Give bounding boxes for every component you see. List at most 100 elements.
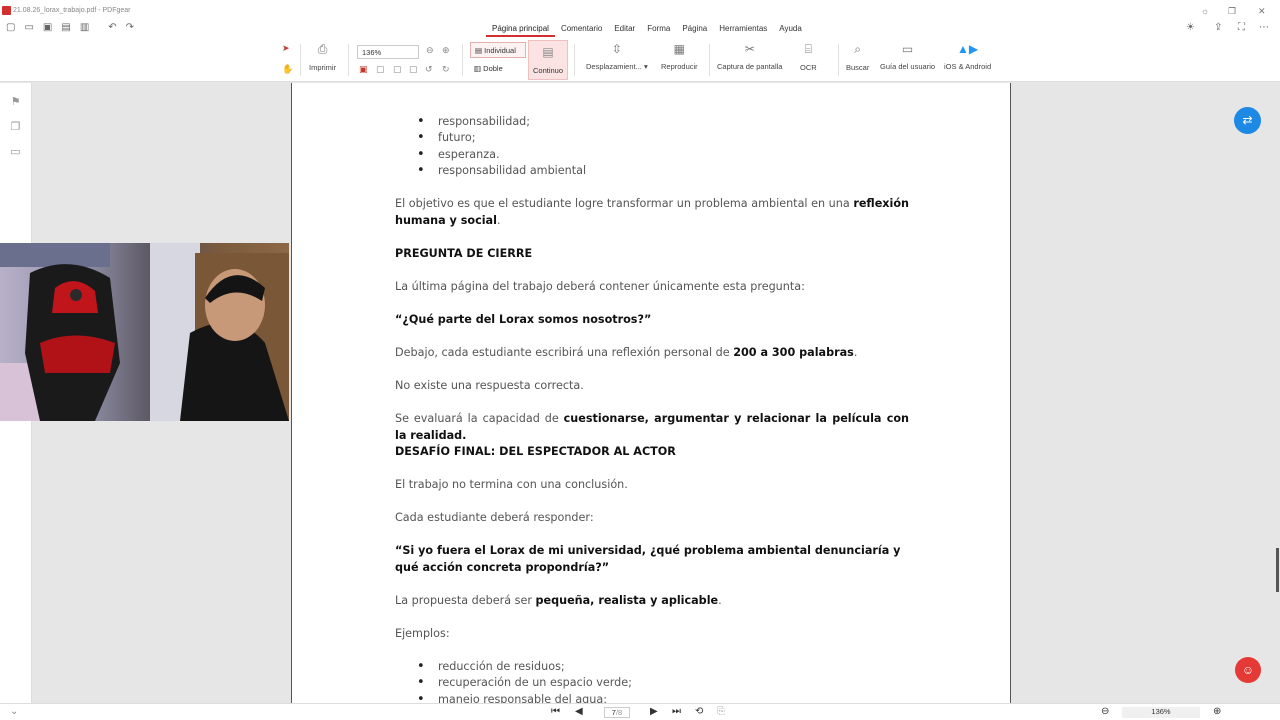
fit-width-icon[interactable]: ▢ bbox=[376, 64, 385, 75]
tab-edit[interactable]: Editar bbox=[608, 22, 641, 37]
list-item: manejo responsable del agua; bbox=[417, 692, 952, 703]
pdfgear-logo-icon bbox=[2, 6, 11, 15]
zoom-in-icon[interactable]: ⊕ bbox=[442, 45, 450, 56]
pdf-page: responsabilidad; futuro; esperanza. resp… bbox=[291, 83, 1011, 703]
question-final: “Si yo fuera el Lorax de mi universidad,… bbox=[395, 544, 901, 574]
translate-float-button[interactable]: ⇄ bbox=[1234, 107, 1261, 134]
translate-icon: ⇄ bbox=[1242, 113, 1253, 127]
first-page-icon[interactable]: ⏮ bbox=[551, 706, 560, 717]
list-item: responsabilidad; bbox=[417, 114, 952, 131]
list-item: futuro; bbox=[417, 130, 952, 147]
list-item: reducción de residuos; bbox=[417, 659, 952, 676]
search-button[interactable]: ⌕ Buscar bbox=[846, 42, 869, 72]
mobile-apps-button[interactable]: ▲▶ iOS & Android bbox=[944, 42, 991, 71]
rotate-right-icon[interactable]: ↻ bbox=[442, 64, 450, 75]
bookmark-icon[interactable]: ⚑ bbox=[0, 95, 31, 108]
webcam-overlay bbox=[0, 243, 289, 421]
book-icon: ▭ bbox=[901, 42, 914, 56]
select-tool-icon[interactable]: ➤ bbox=[282, 43, 290, 54]
screenshot-button[interactable]: ✂ Captura de pantalla bbox=[717, 42, 782, 71]
share-icon[interactable]: ⇪ bbox=[1214, 22, 1222, 33]
continuous-button[interactable]: ▤ Continuo bbox=[528, 40, 568, 80]
prev-page-icon[interactable]: ◀ bbox=[575, 706, 583, 717]
zoom-level[interactable]: 136% bbox=[1122, 707, 1200, 718]
thumbnails-icon[interactable]: ❐ bbox=[0, 120, 31, 133]
app-store-icon: ▲▶ bbox=[957, 42, 979, 56]
presentation-icon: ▦ bbox=[673, 42, 686, 56]
tab-tools[interactable]: Herramientas bbox=[713, 22, 773, 37]
ocr-button[interactable]: ⌸ OCR bbox=[800, 42, 817, 72]
restore-icon[interactable]: ❐ bbox=[1228, 6, 1236, 17]
comments-icon[interactable]: ▭ bbox=[0, 145, 31, 158]
print-quick-icon[interactable]: ▥ bbox=[80, 22, 89, 33]
paragraph-evaluacion: Se evaluará la capacidad de cuestionarse… bbox=[395, 412, 909, 442]
undo-icon[interactable]: ↶ bbox=[108, 22, 116, 33]
actual-size-icon[interactable]: ▢ bbox=[393, 64, 402, 75]
ocr-icon: ⌸ bbox=[804, 42, 812, 56]
paragraph-objetivo: El objetivo es que el estudiante logre t… bbox=[395, 197, 909, 227]
list-item: esperanza. bbox=[417, 147, 952, 164]
save-as-icon[interactable]: ▤ bbox=[61, 22, 70, 33]
pin-icon[interactable]: ☼ bbox=[1201, 6, 1209, 16]
save-icon[interactable]: ▣ bbox=[43, 22, 52, 33]
rotate-page-icon[interactable]: ⟲ bbox=[695, 706, 703, 717]
title-bar: 21.08.26_lorax_trabajo.pdf - PDFgear ☼ ❐… bbox=[0, 2, 1280, 18]
quick-actions: ▢ ▭ ▣ ▤ ▥ ↶ ↷ bbox=[6, 22, 134, 33]
next-page-icon[interactable]: ▶ bbox=[650, 706, 658, 717]
paragraph-trabajo: El trabajo no termina con una conclusión… bbox=[395, 478, 628, 491]
tab-help[interactable]: Ayuda bbox=[773, 22, 808, 37]
rotate-left-icon[interactable]: ↺ bbox=[425, 64, 433, 75]
print-button[interactable]: ⎙ Imprimir bbox=[309, 42, 336, 72]
scroll-icon: ⇳ bbox=[611, 42, 622, 56]
tab-shape[interactable]: Forma bbox=[641, 22, 676, 37]
theme-icon[interactable]: ☀ bbox=[1186, 22, 1195, 33]
ai-assistant-float-button[interactable]: ☺ bbox=[1235, 657, 1261, 683]
scissors-icon: ✂ bbox=[744, 42, 755, 56]
tab-comment[interactable]: Comentario bbox=[555, 22, 608, 37]
status-bar: ⌄ ⏮ ◀ 7/8 ▶ ⏭ ⟲ ⎘ ⊖ 136% ⊕ bbox=[0, 703, 1280, 720]
zoom-out-icon[interactable]: ⊖ bbox=[426, 45, 434, 56]
top-toolbar: 21.08.26_lorax_trabajo.pdf - PDFgear ☼ ❐… bbox=[0, 0, 1280, 82]
fit-page-icon[interactable]: ▣ bbox=[359, 64, 368, 75]
window-title: 21.08.26_lorax_trabajo.pdf - PDFgear bbox=[13, 7, 131, 14]
scroll-mode-button[interactable]: ⇳ Desplazamient... ▾ bbox=[586, 42, 648, 71]
new-file-icon[interactable]: ▢ bbox=[6, 22, 15, 33]
main-menu: Página principal Comentario Editar Forma… bbox=[486, 22, 808, 37]
fullscreen-icon[interactable]: ⛶ bbox=[1238, 22, 1245, 33]
scrollbar-thumb[interactable] bbox=[1276, 548, 1279, 592]
paragraph-debajo: Debajo, cada estudiante escribirá una re… bbox=[395, 346, 858, 359]
copy-page-icon[interactable]: ⎘ bbox=[717, 706, 725, 717]
paragraph-ultima: La última página del trabajo deberá cont… bbox=[395, 280, 805, 293]
cut-header-line bbox=[395, 83, 909, 91]
heading-cierre: PREGUNTA DE CIERRE bbox=[395, 247, 533, 260]
redo-icon[interactable]: ↷ bbox=[126, 22, 134, 33]
paragraph-noexiste: No existe una respuesta correcta. bbox=[395, 379, 584, 392]
close-icon[interactable]: ✕ bbox=[1258, 6, 1266, 17]
continuous-icon: ▤ bbox=[542, 45, 554, 59]
paragraph-propuesta: La propuesta deberá ser pequeña, realist… bbox=[395, 594, 722, 607]
user-guide-button[interactable]: ▭ Guía del usuario bbox=[880, 42, 935, 71]
more-icon[interactable]: ⋯ bbox=[1259, 22, 1269, 33]
double-page-button[interactable]: ▥ Doble bbox=[474, 64, 503, 73]
collapse-icon[interactable]: ⌄ bbox=[10, 706, 18, 717]
question-lorax: “¿Qué parte del Lorax somos nosotros?” bbox=[395, 313, 652, 326]
print-icon: ⎙ bbox=[317, 42, 328, 56]
robot-icon: ☺ bbox=[1241, 663, 1255, 677]
last-page-icon[interactable]: ⏭ bbox=[672, 706, 681, 717]
play-button[interactable]: ▦ Reproducir bbox=[661, 42, 698, 71]
paragraph-cada: Cada estudiante deberá responder: bbox=[395, 511, 594, 524]
zoom-input[interactable]: 136% bbox=[357, 45, 419, 59]
tab-page[interactable]: Página bbox=[676, 22, 713, 37]
list-item: responsabilidad ambiental bbox=[417, 163, 952, 180]
hand-tool-icon[interactable]: ✋ bbox=[282, 64, 293, 75]
single-page-button[interactable]: ▤ Individual bbox=[470, 42, 526, 58]
fit-visible-icon[interactable]: ▢ bbox=[409, 64, 418, 75]
webcam-image bbox=[0, 243, 289, 421]
tab-home[interactable]: Página principal bbox=[486, 22, 555, 37]
zoom-out-bottom-icon[interactable]: ⊖ bbox=[1101, 706, 1109, 717]
open-folder-icon[interactable]: ▭ bbox=[24, 22, 33, 33]
search-icon: ⌕ bbox=[854, 42, 862, 56]
page-input[interactable]: 7/8 bbox=[604, 707, 630, 718]
list-item: recuperación de un espacio verde; bbox=[417, 675, 952, 692]
zoom-in-bottom-icon[interactable]: ⊕ bbox=[1213, 706, 1221, 717]
